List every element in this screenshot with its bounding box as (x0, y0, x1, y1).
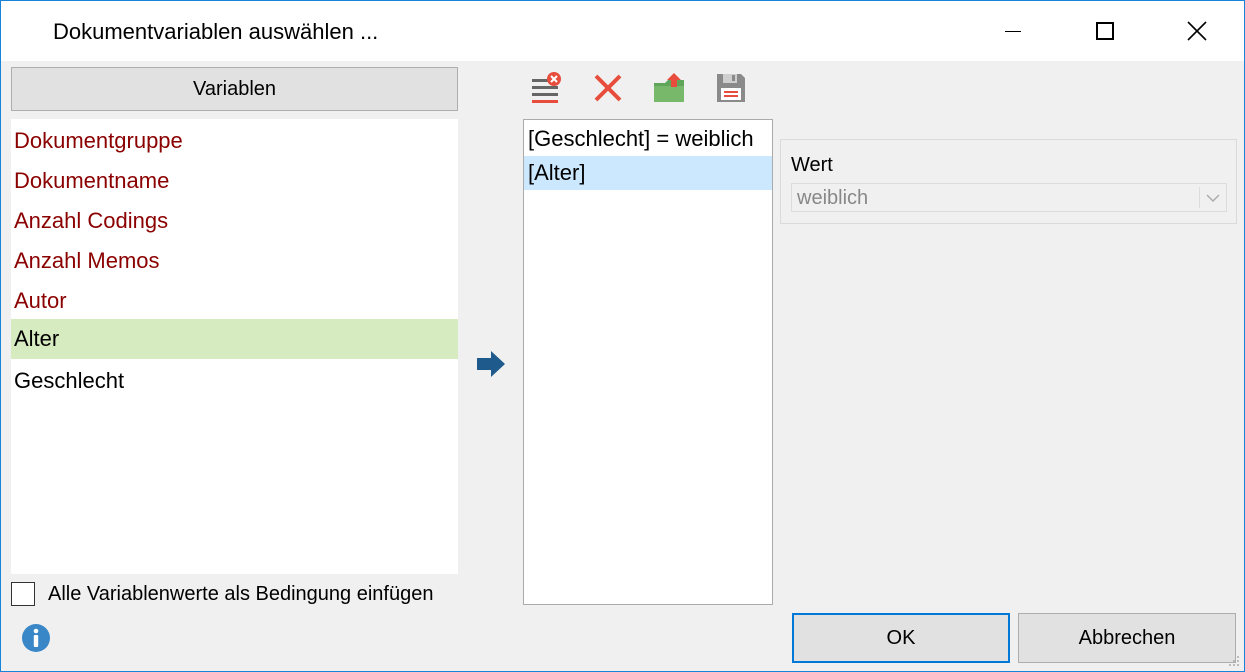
variables-list[interactable]: Dokumentgruppe Dokumentname Anzahl Codin… (11, 119, 458, 574)
open-folder-icon[interactable] (652, 71, 686, 105)
minimize-button[interactable] (967, 1, 1059, 61)
resize-grip-icon[interactable] (1228, 655, 1240, 667)
minimize-icon (1005, 30, 1021, 32)
save-icon[interactable] (714, 71, 748, 105)
close-icon (1187, 21, 1207, 41)
value-select[interactable]: weiblich (791, 183, 1227, 212)
value-select-text: weiblich (797, 187, 869, 209)
condition-item-selected[interactable]: [Alter] (524, 156, 772, 190)
ok-button[interactable]: OK (792, 613, 1010, 663)
info-icon[interactable] (21, 623, 51, 653)
variable-item-dokumentgruppe[interactable]: Dokumentgruppe (11, 121, 458, 161)
value-panel: Wert weiblich (780, 139, 1237, 224)
close-button[interactable] (1151, 1, 1243, 61)
chevron-down-icon[interactable] (1204, 189, 1222, 207)
maximize-icon (1096, 22, 1114, 40)
variable-item-dokumentname[interactable]: Dokumentname (11, 161, 458, 201)
value-select-divider (1199, 187, 1200, 208)
all-values-checkbox-row[interactable]: Alle Variablenwerte als Bedingung einfüg… (11, 581, 433, 607)
variables-header[interactable]: Variablen (11, 67, 458, 111)
window-title: Dokumentvariablen auswählen ... (53, 19, 379, 44)
delete-icon[interactable] (591, 71, 625, 105)
cancel-button[interactable]: Abbrechen (1018, 613, 1236, 663)
variable-item-alter[interactable]: Alter (11, 319, 458, 359)
variable-item-anzahl-codings[interactable]: Anzahl Codings (11, 201, 458, 241)
all-values-checkbox-label[interactable]: Alle Variablenwerte als Bedingung einfüg… (48, 583, 433, 606)
all-values-checkbox[interactable] (11, 582, 35, 606)
variable-item-anzahl-memos[interactable]: Anzahl Memos (11, 241, 458, 281)
maximize-button[interactable] (1059, 1, 1151, 61)
add-condition-arrow-icon[interactable] (475, 349, 507, 379)
value-label: Wert (791, 154, 833, 176)
condition-item[interactable]: [Geschlecht] = weiblich (524, 122, 772, 156)
variable-item-geschlecht[interactable]: Geschlecht (11, 361, 458, 401)
dialog-window: Dokumentvariablen auswählen ... Variable… (0, 0, 1245, 672)
variable-item-autor[interactable]: Autor (11, 281, 458, 321)
clear-list-icon[interactable] (530, 71, 564, 105)
conditions-list[interactable]: [Geschlecht] = weiblich [Alter] (523, 119, 773, 605)
title-bar: Dokumentvariablen auswählen ... (1, 1, 1244, 61)
